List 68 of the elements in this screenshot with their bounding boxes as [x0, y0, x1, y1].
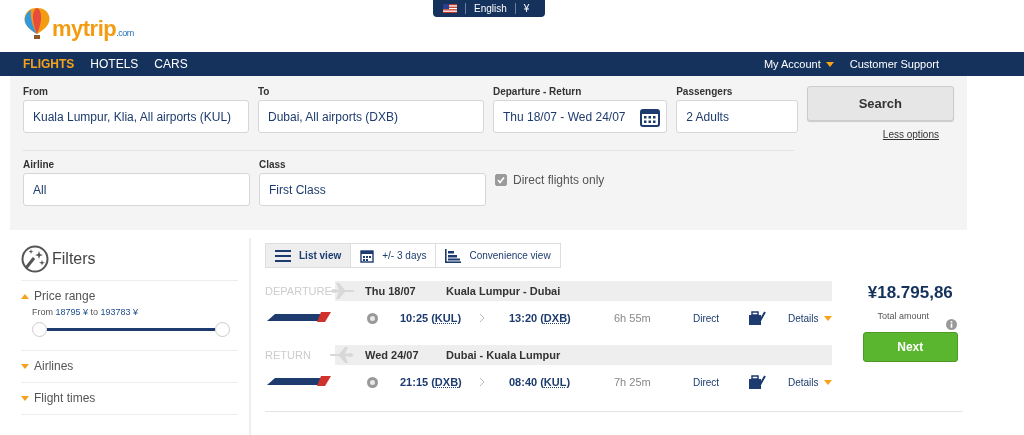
- flight-duration: 7h 25m: [614, 376, 652, 388]
- language-label: English: [474, 3, 507, 14]
- arrival-time: 13:20 (DXB): [509, 312, 572, 324]
- leg-date: Thu 18/07: [365, 285, 417, 297]
- view-tab[interactable]: +/- 3 days: [350, 243, 437, 268]
- field-label: Class: [259, 159, 287, 172]
- radio-button[interactable]: [367, 376, 378, 388]
- airline-logo-icon: [265, 375, 331, 389]
- filters-title: Filters: [52, 249, 96, 268]
- field-label: Passengers: [676, 86, 734, 99]
- airline-logo-icon: [265, 311, 331, 325]
- filter-section-toggle[interactable]: Price range: [21, 289, 238, 303]
- calendar-icon: [360, 248, 375, 263]
- field-label: From: [23, 86, 49, 99]
- details-link[interactable]: Details: [788, 376, 832, 388]
- slider-handle[interactable]: [215, 322, 230, 337]
- radio-button[interactable]: [367, 312, 378, 324]
- info-icon[interactable]: [946, 319, 957, 330]
- field-label: Departure - Return: [492, 86, 583, 99]
- flight-duration: 6h 55m: [614, 312, 652, 324]
- checkbox-label: Direct flights only: [513, 173, 605, 187]
- filter-section-toggle[interactable]: Airlines: [21, 359, 238, 373]
- bar-chart-icon: [445, 248, 462, 263]
- stops-label: Direct: [693, 376, 721, 388]
- departure-time: 21:15 (DXB): [400, 376, 463, 388]
- list-icon: [275, 249, 291, 262]
- to-field[interactable]: Dubai, All airports (DXB): [258, 100, 484, 133]
- nav-tab[interactable]: FLIGHTS: [23, 57, 75, 71]
- balloon-logo-icon: [22, 6, 52, 40]
- total-amount-label: Total amount: [877, 311, 930, 321]
- departure-time: 10:25 (KUL): [400, 312, 463, 324]
- baggage-icon: [748, 374, 766, 390]
- view-tab[interactable]: Convenience view: [435, 243, 561, 268]
- chevron-icon: [479, 313, 485, 323]
- logo-wordmark: mytrip.com: [52, 18, 134, 40]
- nav-tab[interactable]: CARS: [154, 57, 188, 71]
- filter-section-toggle[interactable]: Flight times: [21, 391, 238, 405]
- baggage-icon: [748, 310, 766, 326]
- search-button[interactable]: Search: [806, 86, 954, 121]
- chevron-icon: [479, 377, 485, 387]
- flag-icon: [443, 4, 457, 13]
- leg-date: Wed 24/07: [365, 349, 420, 361]
- passengers-field[interactable]: 2 Adults: [676, 100, 798, 133]
- from-field[interactable]: Kuala Lumpur, Klia, All airports (KUL): [23, 100, 249, 133]
- locale-selector[interactable]: English ¥: [433, 0, 545, 17]
- stops-label: Direct: [693, 312, 721, 324]
- airline-field[interactable]: All: [23, 173, 250, 206]
- plane-icon: [329, 347, 355, 363]
- details-link[interactable]: Details: [788, 312, 832, 324]
- leg-route: Kuala Lumpur - Dubai: [446, 285, 561, 297]
- total-price: ¥18.795,86: [867, 283, 953, 303]
- price-range-text: From 18795 ¥ to 193783 ¥: [32, 307, 140, 317]
- currency-label: ¥: [523, 3, 530, 14]
- field-label: Airline: [23, 159, 56, 172]
- account-menu[interactable]: My Account: [763, 58, 834, 70]
- nav-tab[interactable]: HOTELS: [90, 57, 139, 71]
- support-link[interactable]: Customer Support: [849, 58, 939, 70]
- view-tab[interactable]: List view: [265, 243, 352, 268]
- field-label: To: [258, 86, 271, 99]
- magic-wand-icon: [21, 244, 49, 273]
- slider-handle[interactable]: [32, 322, 47, 337]
- arrival-time: 08:40 (KUL): [509, 376, 572, 388]
- leg-route: Dubai - Kuala Lumpur: [446, 349, 561, 361]
- date-field[interactable]: Thu 18/07 - Wed 24/07: [492, 100, 668, 133]
- calendar-icon: [640, 106, 661, 127]
- class-field[interactable]: First Class: [259, 173, 486, 206]
- less-options-link[interactable]: Less options: [882, 129, 939, 140]
- checkbox[interactable]: [495, 174, 507, 186]
